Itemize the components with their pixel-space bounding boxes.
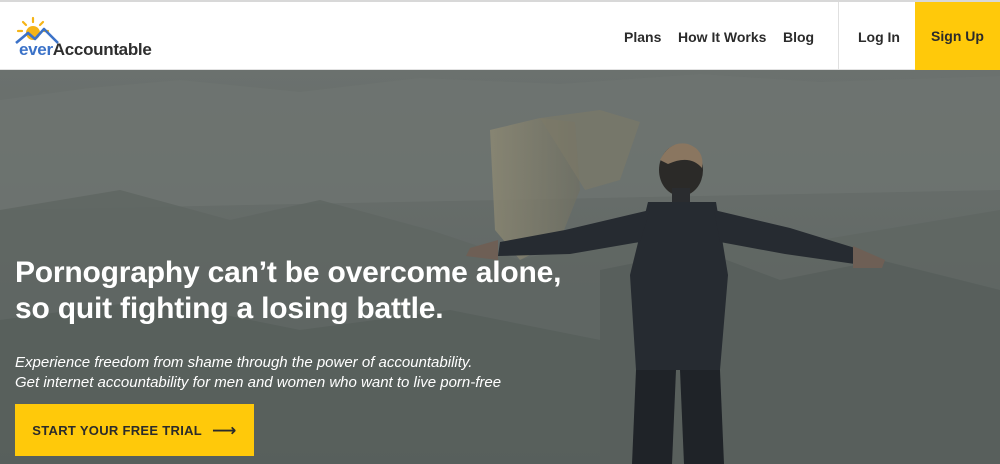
- logo-wordmark: everAccountable: [19, 40, 152, 60]
- cta-label: START YOUR FREE TRIAL: [32, 422, 203, 438]
- nav-divider: [838, 2, 839, 70]
- start-free-trial-button[interactable]: START YOUR FREE TRIAL ⟶: [15, 404, 254, 456]
- nav-plans[interactable]: Plans: [624, 29, 661, 45]
- hero-section: Pornography can’t be overcome alone, so …: [0, 70, 1000, 464]
- signup-button[interactable]: Sign Up: [915, 2, 1000, 70]
- site-header: everAccountable Plans How It Works Blog …: [0, 0, 1000, 70]
- hero-subheadline: Experience freedom from shame through th…: [15, 353, 501, 393]
- headline-line-2: so quit fighting a losing battle.: [15, 292, 444, 325]
- hero-headline: Pornography can’t be overcome alone, so …: [15, 255, 635, 327]
- subheadline-line-1: Experience freedom from shame through th…: [15, 354, 473, 371]
- login-link[interactable]: Log In: [858, 29, 900, 45]
- logo-prefix: ever: [19, 40, 53, 59]
- everaccountable-logo[interactable]: everAccountable: [14, 16, 174, 62]
- headline-line-1: Pornography can’t be overcome alone,: [15, 256, 562, 289]
- arrow-right-icon: ⟶: [212, 420, 237, 440]
- nav-how-it-works[interactable]: How It Works: [678, 29, 766, 45]
- logo-suffix: Accountable: [52, 40, 152, 59]
- nav-blog[interactable]: Blog: [783, 29, 814, 45]
- subheadline-line-2: Get internet accountability for men and …: [15, 374, 502, 391]
